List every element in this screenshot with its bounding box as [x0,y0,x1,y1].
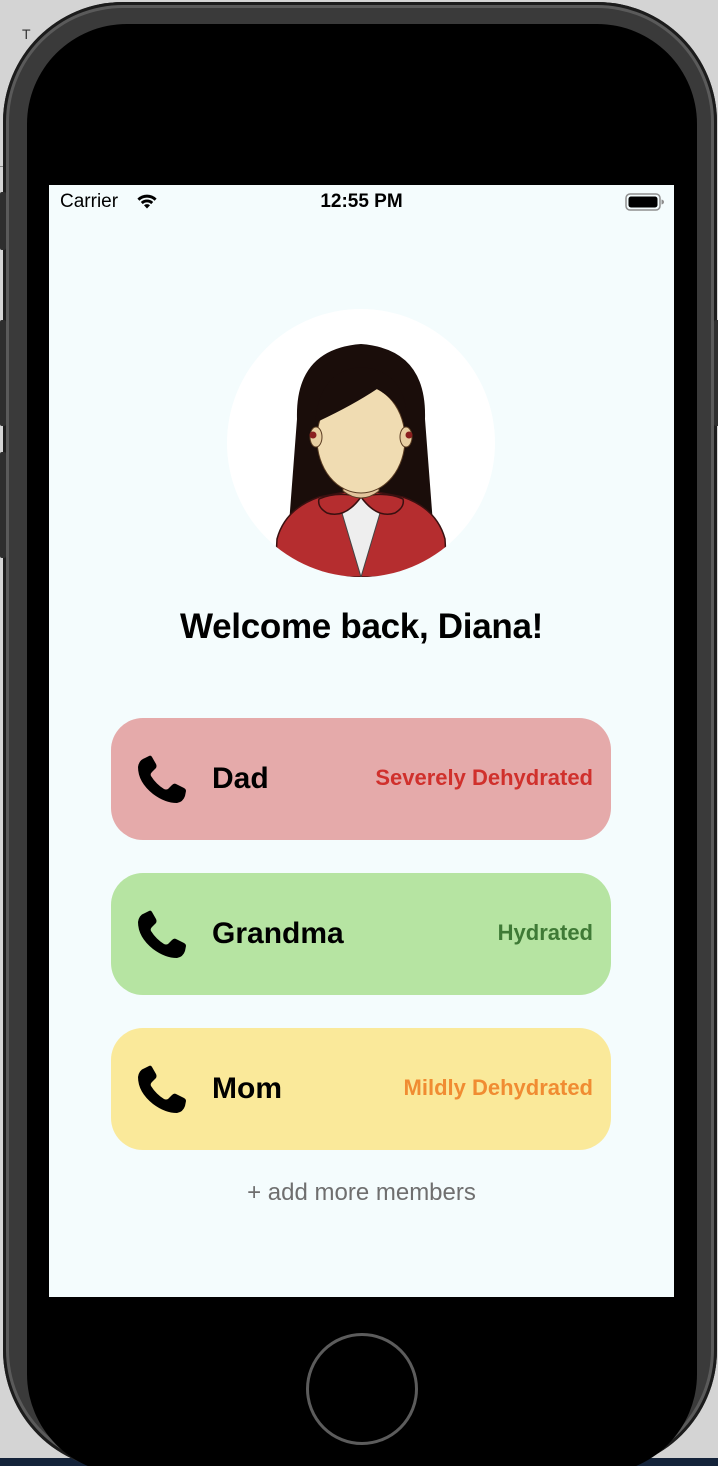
member-card-grandma[interactable]: Grandma Hydrated [111,873,611,995]
member-name: Mom [212,1072,282,1105]
woman-avatar-icon [274,344,448,577]
hydration-status: Hydrated [497,920,593,945]
mute-switch [0,192,6,250]
welcome-heading: Welcome back, Diana! [180,607,543,646]
volume-up-button [0,320,6,426]
add-members-link[interactable]: + add more members [49,1179,674,1207]
home-button[interactable] [306,1333,418,1445]
backdrop-text: T [22,26,31,42]
power-button [714,320,718,426]
member-name: Dad [212,762,269,795]
simulator-stage: T Carrier 12:55 PM Welcome back, Diana! … [0,0,718,1466]
phone-icon[interactable] [135,1064,187,1116]
volume-down-button [0,452,6,558]
status-bar: Carrier 12:55 PM [49,185,674,219]
hydration-status: Mildly Dehydrated [403,1075,593,1100]
phone-icon[interactable] [135,909,187,961]
hydration-status: Severely Dehydrated [375,765,593,790]
member-name: Grandma [212,917,344,950]
battery-icon [625,192,665,212]
app-screen: Carrier 12:55 PM Welcome back, Diana! Da… [49,185,674,1297]
profile-avatar [227,309,495,577]
member-card-mom[interactable]: Mom Mildly Dehydrated [111,1028,611,1150]
member-card-dad[interactable]: Dad Severely Dehydrated [111,718,611,840]
status-time: 12:55 PM [320,191,403,212]
phone-icon[interactable] [135,754,187,806]
